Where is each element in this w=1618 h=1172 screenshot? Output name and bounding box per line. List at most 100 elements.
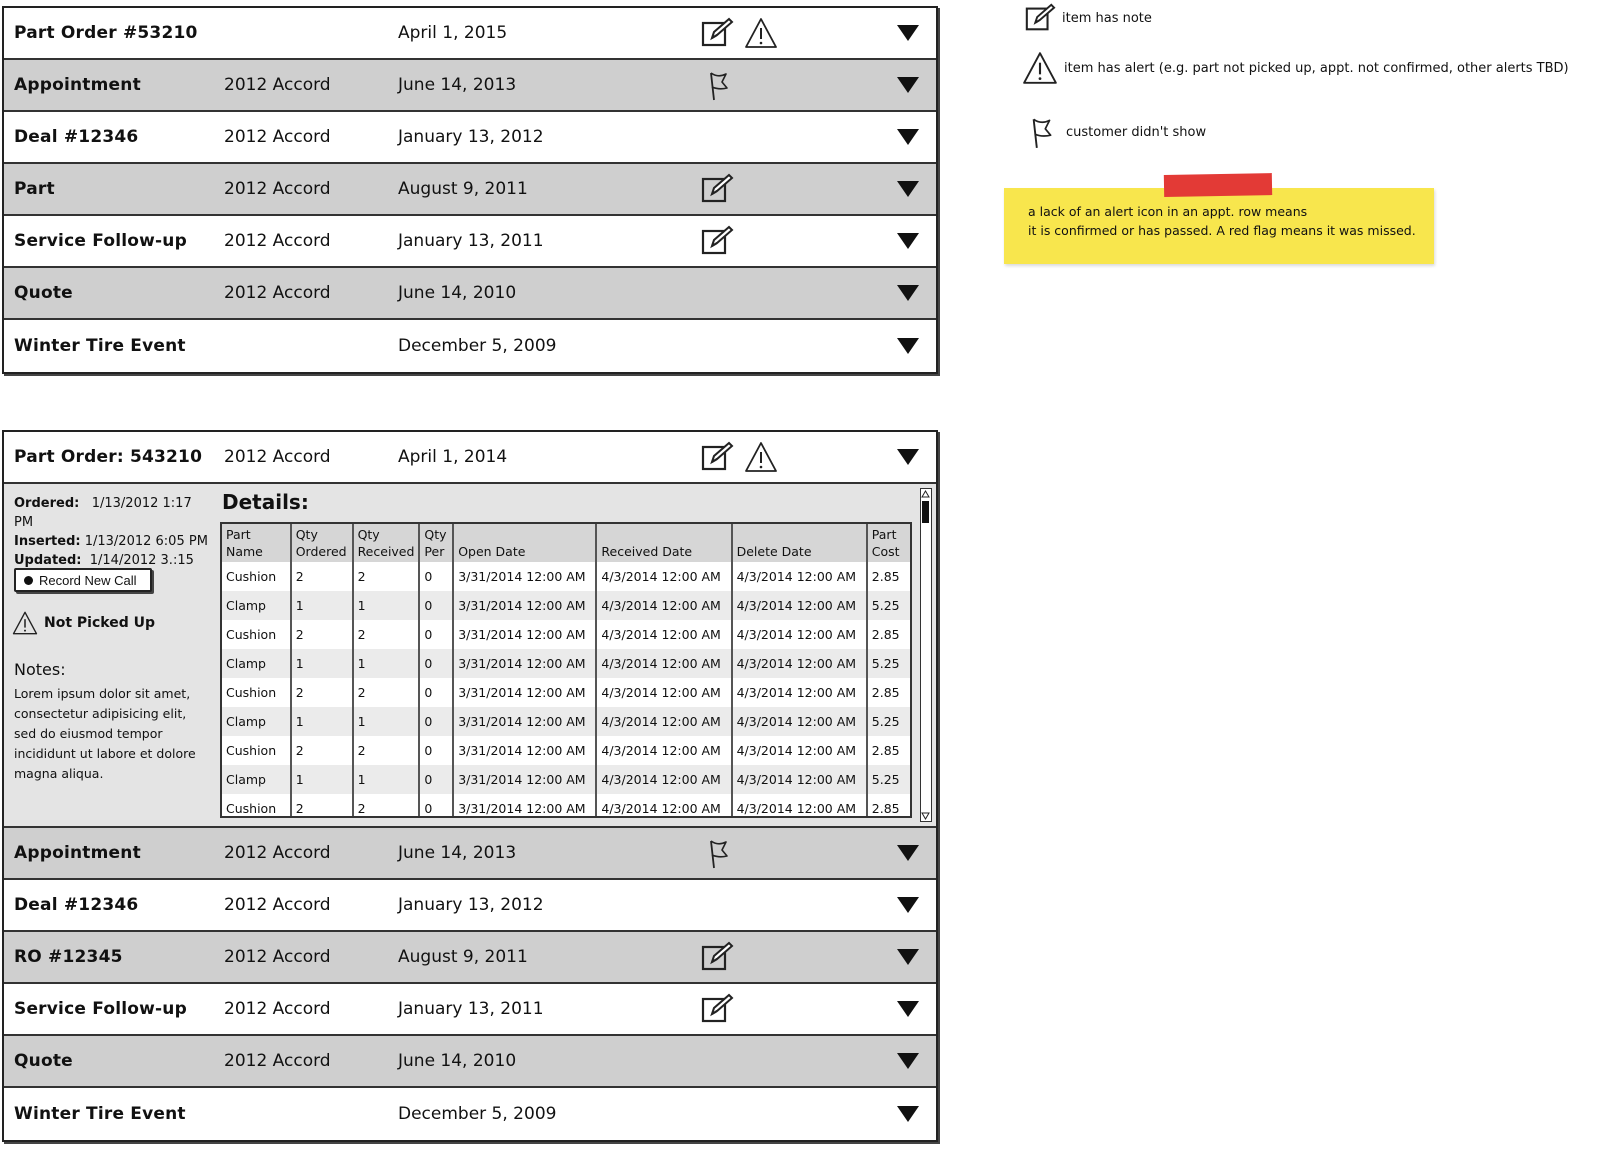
column-header[interactable]: Part Cost	[866, 524, 910, 562]
list-row[interactable]: Quote 2012 Accord June 14, 2010	[4, 268, 936, 320]
table-row[interactable]: Cushion 2 2 0 3/31/2014 12:00 AM 4/3/2014 12:…	[222, 736, 910, 765]
table-cell: 0	[419, 591, 455, 620]
row-date: January 13, 2012	[398, 895, 544, 915]
list-row[interactable]: Appointment 2012 Accord June 14, 2013	[4, 60, 936, 112]
table-row[interactable]: Cushion 2 2 0 3/31/2014 12:00 AM 4/3/2014 12:…	[222, 678, 910, 707]
table-cell: 2.85	[871, 627, 900, 642]
table-cell: 0	[419, 707, 455, 736]
table-cell: 4/3/2014 12:00 AM	[596, 678, 733, 707]
column-header[interactable]: Open Date	[453, 524, 598, 562]
table-cell: 4/3/2014 12:00 AM	[731, 678, 868, 707]
table-cell: 3/31/2014 12:00 AM	[453, 620, 598, 649]
sticky-tape	[1163, 173, 1273, 197]
note-icon[interactable]	[700, 992, 734, 1026]
list-row[interactable]: RO #12345 2012 Accord August 9, 2011	[4, 932, 936, 984]
chevron-down-icon[interactable]	[896, 1105, 920, 1123]
table-cell: 4/3/2014 12:00 AM	[596, 736, 733, 765]
chevron-down-icon[interactable]	[896, 896, 920, 914]
chevron-down-icon[interactable]	[896, 1000, 920, 1018]
flag-icon[interactable]	[700, 68, 734, 102]
list-row-part-order[interactable]: Part Order: 543210 2012 Accord April 1, …	[4, 432, 936, 484]
list-row[interactable]: Winter Tire Event December 5, 2009	[4, 1088, 936, 1140]
row-title: Appointment	[14, 75, 141, 95]
column-header[interactable]: Part Name	[222, 524, 292, 562]
row-details-panel: Ordered: 1/13/2012 1:17 PM Inserted: 1/1…	[4, 484, 936, 828]
details-scrollbar[interactable]	[920, 488, 932, 822]
table-cell: 5.25	[866, 765, 910, 794]
table-cell: 2.85	[871, 569, 900, 584]
row-date: August 9, 2011	[398, 947, 528, 967]
table-row[interactable]: Clamp 1 1 0 3/31/2014 12:00 AM 4/3/2014 12:00…	[222, 649, 910, 678]
scroll-down-icon[interactable]	[921, 812, 930, 821]
table-cell: 3/31/2014 12:00 AM	[453, 591, 598, 620]
list-row[interactable]: Part 2012 Accord August 9, 2011	[4, 164, 936, 216]
chevron-down-icon[interactable]	[896, 948, 920, 966]
list-row[interactable]: Quote 2012 Accord June 14, 2010	[4, 1036, 936, 1088]
status-text: Not Picked Up	[44, 615, 155, 631]
column-header[interactable]: Qty Ordered	[290, 524, 354, 562]
table-cell: 4/3/2014 12:00 AM	[731, 794, 868, 816]
chevron-down-icon[interactable]	[896, 232, 920, 250]
table-cell: 4/3/2014 12:00 AM	[731, 765, 868, 794]
list-row[interactable]: Part Order #53210 April 1, 2015	[4, 8, 936, 60]
table-cell: 4/3/2014 12:00 AM	[596, 707, 733, 736]
row-title: Appointment	[14, 843, 141, 863]
notes-text: Lorem ipsum dolor sit amet, consectetur …	[14, 686, 196, 781]
column-header[interactable]: Qty Per	[419, 524, 455, 562]
list-row[interactable]: Service Follow-up 2012 Accord January 13, …	[4, 216, 936, 268]
note-icon[interactable]	[700, 940, 734, 974]
legend-note-text: item has note	[1062, 10, 1152, 26]
table-row[interactable]: Clamp 1 1 0 3/31/2014 12:00 AM 4/3/2014 12:00…	[222, 707, 910, 736]
note-icon[interactable]	[700, 16, 734, 50]
scroll-up-icon[interactable]	[921, 489, 930, 498]
chevron-down-icon[interactable]	[896, 24, 920, 42]
row-model: 2012 Accord	[224, 1051, 331, 1071]
chevron-down-icon[interactable]	[896, 128, 920, 146]
table-cell: 3/31/2014 12:00 AM	[453, 736, 598, 765]
alert-icon[interactable]	[744, 440, 778, 474]
alert-icon[interactable]	[744, 16, 778, 50]
table-cell: 0	[419, 620, 455, 649]
chevron-down-icon[interactable]	[896, 844, 920, 862]
column-header[interactable]: Received Date	[596, 524, 733, 562]
list-row[interactable]: Winter Tire Event December 5, 2009	[4, 320, 936, 372]
list-row[interactable]: Deal #12346 2012 Accord January 13, 2012	[4, 880, 936, 932]
list-row[interactable]: Deal #12346 2012 Accord January 13, 2012	[4, 112, 936, 164]
table-cell: 0	[419, 736, 455, 765]
row-icons	[700, 992, 734, 1026]
table-cell: 2	[290, 620, 354, 649]
table-row[interactable]: Cushion 2 2 0 3/31/2014 12:00 AM 4/3/2014 12:…	[222, 562, 910, 591]
legend-flag: customer didn't show	[1022, 114, 1206, 150]
table-row[interactable]: Cushion 2 2 0 3/31/2014 12:00 AM 4/3/2014 12:…	[222, 620, 910, 649]
record-new-call-button[interactable]: Record New Call	[14, 568, 152, 592]
note-icon[interactable]	[700, 172, 734, 206]
table-row[interactable]: Clamp 1 1 0 3/31/2014 12:00 AM 4/3/2014 12:00…	[222, 591, 910, 620]
column-header[interactable]: Delete Date	[731, 524, 868, 562]
column-header[interactable]: Qty Received	[352, 524, 421, 562]
flag-icon[interactable]	[700, 836, 734, 870]
table-cell: 2	[290, 736, 354, 765]
table-cell: 5.25	[866, 707, 910, 736]
chevron-down-icon[interactable]	[896, 180, 920, 198]
table-cell: 2.85	[871, 685, 900, 700]
chevron-down-icon[interactable]	[896, 1052, 920, 1070]
note-icon[interactable]	[700, 224, 734, 258]
row-title: Service Follow-up	[14, 999, 187, 1019]
chevron-down-icon[interactable]	[896, 337, 920, 355]
table-cell: 2	[290, 794, 354, 816]
scroll-thumb[interactable]	[922, 501, 929, 523]
list-row[interactable]: Service Follow-up 2012 Accord January 13, …	[4, 984, 936, 1036]
chevron-down-icon[interactable]	[896, 76, 920, 94]
row-icons	[700, 16, 778, 50]
table-cell: 4/3/2014 12:00 AM	[731, 562, 868, 591]
table-cell: 4/3/2014 12:00 AM	[731, 736, 868, 765]
row-date: December 5, 2009	[398, 1104, 557, 1124]
chevron-down-icon[interactable]	[896, 448, 920, 466]
parts-table: Part Name Qty Ordered Qty Received Qty Per O…	[220, 522, 912, 818]
table-row[interactable]: Cushion 2 2 0 3/31/2014 12:00 AM 4/3/2014 12:…	[222, 794, 910, 816]
list-row[interactable]: Appointment 2012 Accord June 14, 2013	[4, 828, 936, 880]
note-icon[interactable]	[700, 440, 734, 474]
chevron-down-icon[interactable]	[896, 284, 920, 302]
details-title: Details:	[222, 490, 309, 514]
table-row[interactable]: Clamp 1 1 0 3/31/2014 12:00 AM 4/3/2014 12:00…	[222, 765, 910, 794]
